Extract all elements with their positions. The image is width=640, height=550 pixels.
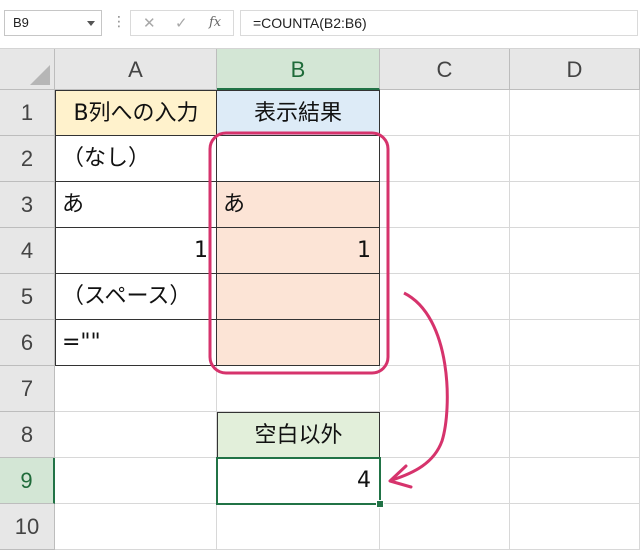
annotation-overlay: [208, 131, 449, 489]
formula-text: =COUNTA(B2:B6): [253, 15, 367, 31]
name-box[interactable]: B9: [4, 10, 102, 36]
more-options-icon[interactable]: ⋮: [112, 12, 126, 32]
enter-icon[interactable]: ✓: [175, 15, 188, 31]
chevron-down-icon[interactable]: [87, 21, 95, 26]
highlight-frame: [208, 131, 390, 375]
formula-bar: B9 ⋮ ✕ ✓ fx =COUNTA(B2:B6): [0, 0, 640, 49]
formula-input[interactable]: =COUNTA(B2:B6): [240, 10, 638, 36]
annotation-arrow: [391, 291, 449, 482]
insert-function-icon[interactable]: fx: [209, 15, 221, 31]
spreadsheet-grid: A B C D 1 2 3 4 5 6 7 8 9 10 B列への入力 表示結果…: [0, 49, 640, 550]
formula-actions: ✕ ✓ fx: [130, 10, 234, 36]
name-box-value: B9: [13, 15, 29, 30]
cancel-icon[interactable]: ✕: [143, 15, 156, 31]
